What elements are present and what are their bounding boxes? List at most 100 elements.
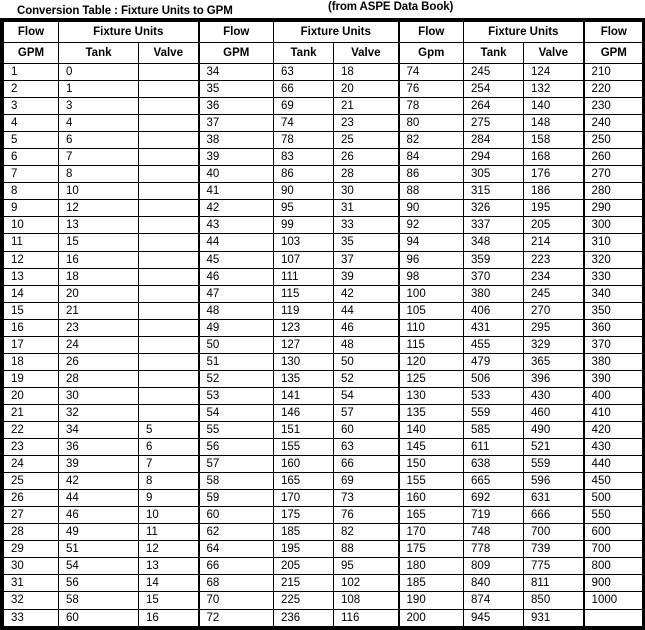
cell-gpm-group-2: 38 [197,131,275,150]
cell-valve-group-3: 148 [523,114,585,133]
table-row: 22345551516014058549042028622862 [3,420,645,440]
cell-gpm-group-2: 54 [197,403,275,422]
cell-gpm-group-1: 21 [3,403,59,422]
cell-valve-group-2: 60 [333,420,400,440]
cell-valve-group-2: 52 [333,369,400,388]
cell-valve-group-2: 42 [333,284,400,303]
cell-valve-group-3: 700 [523,523,585,542]
cell-gpm-group-1: 7 [3,165,59,184]
cell-valve-group-1: 10 [137,506,200,525]
cell-gpm-group-3: 135 [397,403,465,422]
cell-gpm-group-4: 360 [582,318,645,337]
cell-gpm-group-1: 14 [3,284,59,303]
cell-valve-group-3: 140 [523,97,585,116]
cell-tank-group-2: 86 [273,165,335,184]
cell-tank-group-2: 99 [273,216,335,235]
cell-valve-group-3: 234 [523,267,585,286]
cell-gpm-group-1: 31 [3,574,59,593]
cell-tank-group-1: 0 [58,62,139,82]
table-row: 33 60 16 72 236 116 200 945 931 [3,608,645,627]
cell-tank-group-3: 559 [463,403,525,422]
cell-gpm-group-3: 150 [397,455,465,474]
cell-tank-group-2: 66 [273,80,335,99]
cell-gpm-group-3: 110 [397,318,465,337]
table-row: 784086288630517627015001500 [3,165,645,184]
cell-valve-group-3: 850 [523,591,585,610]
table-row: 10134399339233720530017551755 [3,216,645,235]
cell-valve-group-1 [137,165,200,184]
cell-valve-group-1: 13 [137,557,200,576]
cell-gpm-group-2: 42 [197,199,275,218]
cell-tank-group-1: 3 [58,97,139,116]
cell-gpm-group-4: 800 [582,557,645,576]
cell-tank-group-3: 692 [463,489,525,508]
header-gpm-group-1: GPM [3,42,59,64]
cell-gpm-group-1: 2 [3,80,59,99]
cell-gpm-group-1: 11 [3,233,59,252]
cell-gpm-group-4: 230 [582,97,645,116]
cell-valve-group-1: 11 [137,523,200,542]
cell-tank-group-2: 74 [273,114,335,133]
cell-valve-group-1 [137,182,200,201]
cell-tank-group-3: 294 [463,148,525,167]
table-row: 563878258228415825013351335 [3,131,645,150]
table-row: 295112641958817577873970053805380 [3,540,645,559]
cell-valve-group-3: 270 [523,301,585,320]
cell-tank-group-2: 225 [273,591,335,610]
cell-tank-group-1: 20 [58,284,139,303]
cell-gpm-group-2: 47 [197,284,275,303]
cell-tank-group-1: 6 [58,131,139,150]
table-row: 305413662059518080977580062806280 [3,557,645,576]
cell-gpm-group-2: 51 [197,352,275,371]
cell-valve-group-1 [137,199,200,218]
cell-valve-group-1: 5 [137,420,200,440]
cell-valve-group-3: 295 [523,318,585,337]
cell-gpm-group-4: 340 [582,284,645,303]
cell-valve-group-2: 66 [333,455,400,474]
cell-tank-group-1: 26 [58,352,139,371]
table-row: 1420471154210038024534021102110 [3,284,645,303]
cell-gpm-group-4: 290 [582,199,645,218]
header-gpm-group-4: GPM [582,42,645,64]
cell-valve-group-1 [137,148,200,167]
cell-gpm-group-3: 180 [397,557,465,576]
cell-valve-group-2: 57 [333,403,400,422]
cell-valve-group-2: 30 [333,182,400,201]
cell-tank-group-2: 119 [273,301,335,320]
cell-gpm-group-2: 43 [197,216,275,235]
cell-valve-group-1 [137,267,200,286]
cell-tank-group-3: 506 [463,369,525,388]
cell-valve-group-3: 666 [523,506,585,525]
cell-valve-group-2: 48 [333,335,400,354]
cell-tank-group-2: 63 [273,62,335,82]
page-title: Conversion Table : Fixture Units to GPM [17,5,233,17]
cell-tank-group-1: 36 [58,438,139,457]
cell-valve-group-3: 195 [523,199,585,218]
cell-valve-group-1 [137,335,200,354]
cell-valve-group-1 [137,250,200,269]
cell-gpm-group-2: 58 [197,472,275,491]
cell-tank-group-2: 160 [273,455,335,474]
cell-gpm-group-3: 175 [397,540,465,559]
cell-valve-group-2: 82 [333,523,400,542]
cell-valve-group-2: 102 [333,574,400,593]
cell-valve-group-3: 223 [523,250,585,269]
cell-valve-group-3: 329 [523,335,585,354]
cell-tank-group-3: 359 [463,250,525,269]
cell-gpm-group-2: 68 [197,574,275,593]
cell-valve-group-1: 16 [137,608,200,627]
cell-gpm-group-3: 185 [397,574,465,593]
cell-gpm-group-4: 900 [582,574,645,593]
cell-valve-group-3: 430 [523,386,585,405]
cell-gpm-group-3: 82 [397,131,465,150]
table-row: 26449591707316069263150036203620 [3,489,645,508]
cell-tank-group-3: 638 [463,455,525,474]
cell-tank-group-3: 380 [463,284,525,303]
cell-gpm-group-2: 55 [197,420,275,440]
cell-tank-group-2: 78 [273,131,335,150]
cell-gpm-group-3: 76 [397,80,465,99]
cell-tank-group-3: 337 [463,216,525,235]
cell-gpm-group-4: 330 [582,267,645,286]
cell-gpm-group-2: 62 [197,523,275,542]
cell-tank-group-1: 7 [58,148,139,167]
